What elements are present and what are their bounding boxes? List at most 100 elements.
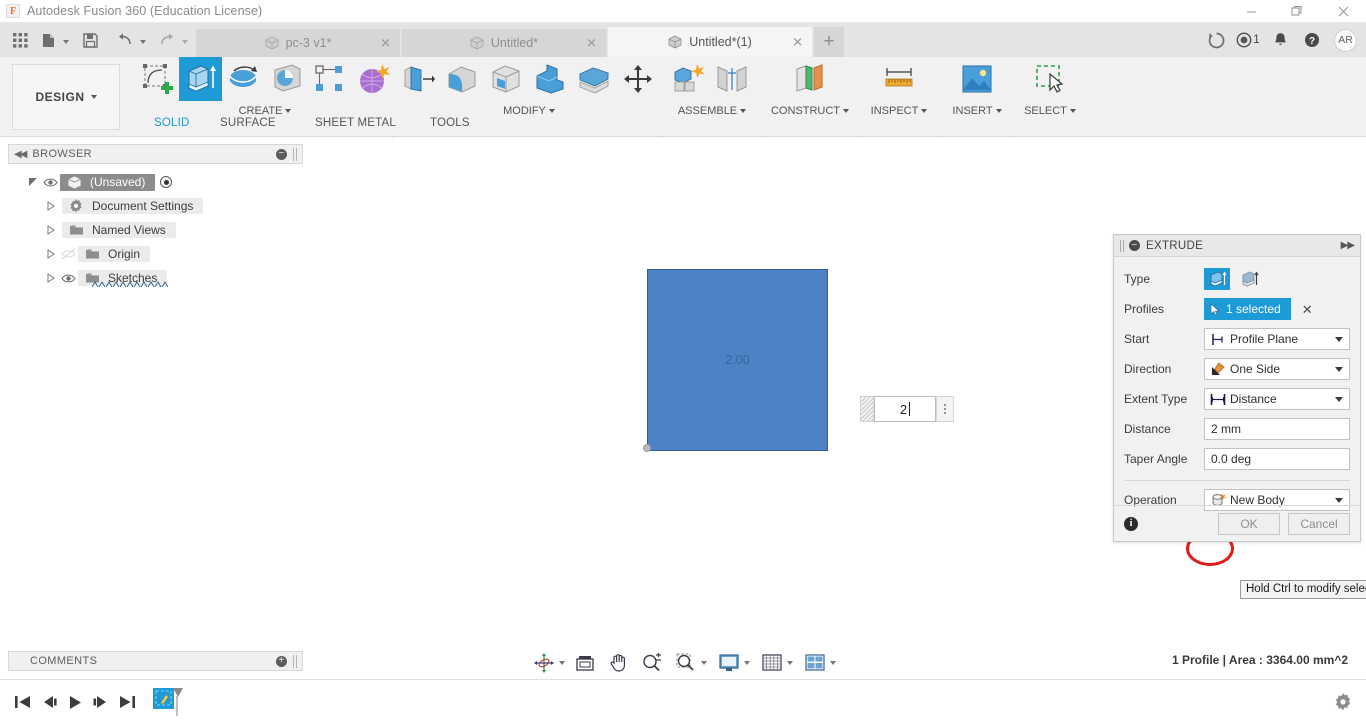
split-face-icon[interactable]: [572, 57, 616, 101]
new-document-icon[interactable]: [34, 26, 62, 54]
expand-right-icon[interactable]: ▶▶: [1341, 240, 1355, 251]
document-tab-1[interactable]: pc-3 v1* ✕: [196, 29, 400, 57]
press-pull-icon[interactable]: [396, 57, 440, 101]
chevron-down-icon[interactable]: [701, 660, 707, 665]
chevron-down-icon[interactable]: [559, 660, 565, 665]
new-tab-button[interactable]: +: [814, 27, 844, 57]
viewports-icon[interactable]: [801, 650, 829, 676]
undo-icon[interactable]: [111, 26, 139, 54]
new-document-group[interactable]: [34, 26, 69, 54]
sweep-icon[interactable]: [265, 57, 308, 101]
tree-row-document-settings[interactable]: Document Settings: [8, 194, 303, 218]
undo-group[interactable]: [111, 26, 146, 54]
fillet-icon[interactable]: [440, 57, 484, 101]
new-component-icon[interactable]: [666, 57, 710, 101]
chevron-down-icon[interactable]: [744, 660, 750, 665]
zoom-icon[interactable]: [638, 650, 666, 676]
ribbon-panel-create-label[interactable]: CREATE: [136, 105, 394, 117]
look-at-icon[interactable]: [571, 650, 599, 676]
tree-row-root[interactable]: (Unsaved): [8, 170, 303, 194]
clear-selection-icon[interactable]: ✕: [1302, 303, 1313, 316]
ribbon-tab-tools[interactable]: TOOLS: [430, 117, 470, 129]
twisty-expanded-icon[interactable]: [26, 175, 40, 189]
info-icon[interactable]: i: [1124, 516, 1138, 531]
pattern-icon[interactable]: [351, 57, 394, 101]
direction-dropdown[interactable]: One Side: [1204, 358, 1350, 380]
ribbon-tab-sheet-metal[interactable]: SHEET METAL: [315, 117, 396, 129]
extrude-solid-icon[interactable]: [1204, 268, 1230, 290]
joint-icon[interactable]: [710, 57, 754, 101]
step-back-icon[interactable]: [36, 687, 62, 717]
close-icon[interactable]: ✕: [586, 37, 597, 50]
chevron-down-icon[interactable]: [1335, 366, 1343, 372]
chevron-down-icon[interactable]: [1335, 497, 1343, 503]
avatar[interactable]: AR: [1334, 28, 1357, 52]
document-tab-2[interactable]: Untitled* ✕: [402, 29, 606, 57]
app-grid-icon[interactable]: [6, 26, 34, 54]
extrude-dialog-header[interactable]: − EXTRUDE ▶▶: [1114, 235, 1360, 257]
bell-icon[interactable]: [1264, 25, 1296, 55]
ribbon-panel-modify-label[interactable]: MODIFY: [396, 105, 662, 117]
ribbon-tab-surface[interactable]: SURFACE: [220, 117, 276, 129]
revolve-icon[interactable]: [222, 57, 265, 101]
drag-handle[interactable]: [860, 396, 874, 422]
insert-canvas-icon[interactable]: [955, 57, 999, 101]
minimize-button[interactable]: [1228, 0, 1274, 23]
recent-activity-icon[interactable]: 1: [1232, 25, 1264, 55]
chevron-down-icon[interactable]: [787, 660, 793, 665]
sketch-origin-point[interactable]: [643, 444, 651, 452]
shell-icon[interactable]: [484, 57, 528, 101]
save-icon[interactable]: [76, 26, 104, 54]
skip-to-beginning-icon[interactable]: [10, 687, 36, 717]
extrude-icon[interactable]: [179, 57, 222, 101]
ribbon-panel-inspect-label[interactable]: INSPECT: [862, 105, 936, 117]
nav-zoom-window-group[interactable]: [672, 650, 707, 676]
extent-type-dropdown[interactable]: Distance: [1204, 388, 1350, 410]
combine-icon[interactable]: [528, 57, 572, 101]
workspace-selector[interactable]: DESIGN: [12, 64, 120, 130]
visibility-eye-icon[interactable]: [58, 273, 78, 284]
redo-icon[interactable]: [153, 26, 181, 54]
chevron-down-icon[interactable]: [1335, 336, 1343, 342]
tree-item-sketches[interactable]: Sketches: [78, 270, 169, 288]
chevron-down-icon[interactable]: [182, 40, 188, 44]
dialog-grip[interactable]: [1120, 239, 1124, 252]
move-copy-icon[interactable]: [616, 57, 660, 101]
create-sketch-icon[interactable]: [136, 57, 179, 101]
twisty-collapsed-icon[interactable]: [44, 223, 58, 237]
grid-snaps-icon[interactable]: [758, 650, 786, 676]
chevron-down-icon[interactable]: [140, 40, 146, 44]
distance-input[interactable]: 2 mm: [1204, 418, 1350, 440]
ribbon-panel-insert-label[interactable]: INSERT: [942, 105, 1012, 117]
display-settings-icon[interactable]: [715, 650, 743, 676]
ribbon-panel-construct-label[interactable]: CONSTRUCT: [766, 105, 854, 117]
inline-distance-input[interactable]: 2: [874, 396, 936, 422]
start-dropdown[interactable]: Profile Plane: [1204, 328, 1350, 350]
play-icon[interactable]: [62, 687, 88, 717]
document-tab-3[interactable]: Untitled*(1) ✕: [608, 27, 812, 57]
job-status-icon[interactable]: [1200, 25, 1232, 55]
redo-group[interactable]: [153, 26, 188, 54]
skip-to-end-icon[interactable]: [114, 687, 140, 717]
tree-row-named-views[interactable]: Named Views: [8, 218, 303, 242]
nav-display-settings-group[interactable]: [715, 650, 750, 676]
select-window-icon[interactable]: [1028, 57, 1072, 101]
ribbon-panel-select-label[interactable]: SELECT: [1014, 105, 1086, 117]
twisty-collapsed-icon[interactable]: [44, 271, 58, 285]
tree-item-origin[interactable]: Origin: [78, 246, 151, 262]
twisty-collapsed-icon[interactable]: [44, 247, 58, 261]
close-icon[interactable]: ✕: [792, 36, 803, 49]
zoom-window-icon[interactable]: [672, 650, 700, 676]
chevron-down-icon[interactable]: [830, 660, 836, 665]
pan-icon[interactable]: [605, 650, 632, 676]
ok-button[interactable]: OK: [1218, 512, 1280, 535]
ribbon-panel-assemble-label[interactable]: ASSEMBLE: [666, 105, 758, 117]
help-icon[interactable]: ?: [1296, 25, 1328, 55]
timeline-settings-icon[interactable]: [1334, 693, 1352, 711]
orbit-icon[interactable]: [530, 650, 558, 676]
maximize-restore-button[interactable]: [1274, 0, 1320, 23]
profiles-selection-chip[interactable]: 1 selected: [1204, 298, 1291, 320]
close-button[interactable]: [1320, 0, 1366, 23]
extrude-dialog[interactable]: − EXTRUDE ▶▶ Type Profiles 1 selected ✕ …: [1113, 234, 1361, 542]
twisty-collapsed-icon[interactable]: [44, 199, 58, 213]
